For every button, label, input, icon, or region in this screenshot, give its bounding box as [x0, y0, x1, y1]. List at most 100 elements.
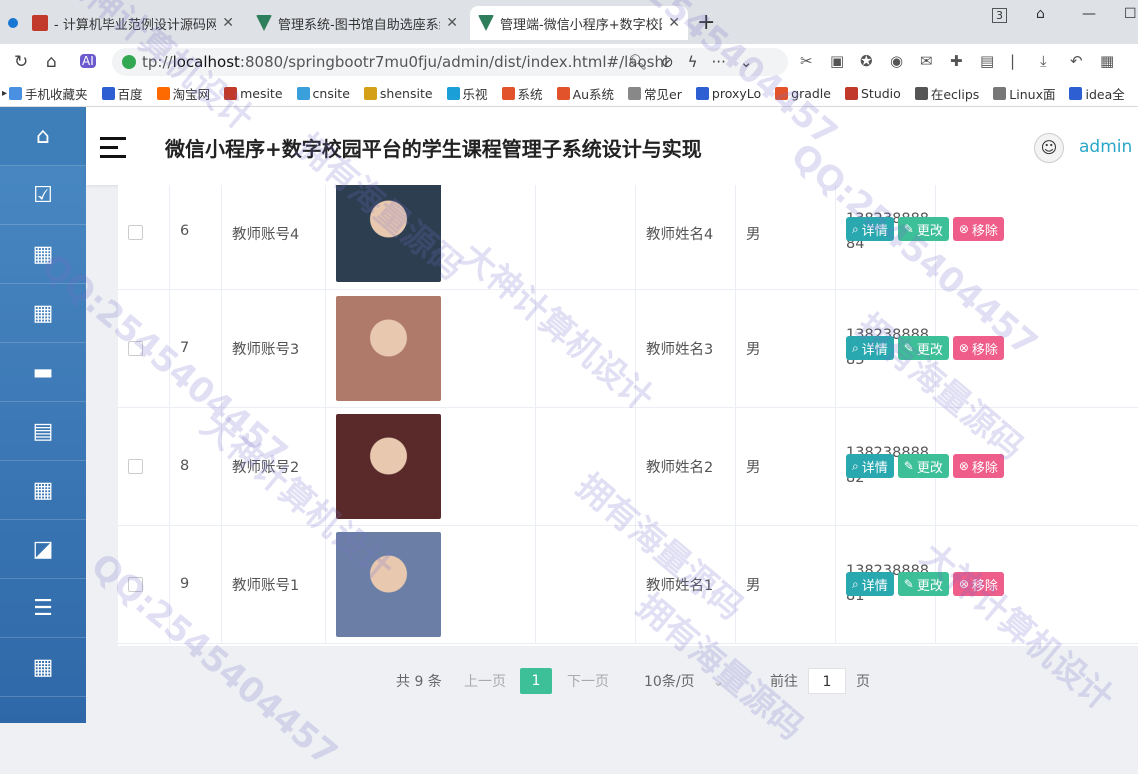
- avatar[interactable]: ☺: [1034, 133, 1064, 163]
- edit-button[interactable]: ✎ 更改: [897, 336, 949, 360]
- bookmark-item[interactable]: 淘宝网: [156, 84, 210, 103]
- delete-button[interactable]: ⊗ 移除: [952, 336, 1004, 360]
- actions-cell: ⌕ 详情 ✎ 更改 ⊗ 移除: [836, 289, 1138, 407]
- bookmark-item[interactable]: idea全: [1069, 84, 1125, 103]
- ai-icon[interactable]: AI: [80, 54, 96, 68]
- tab-0[interactable]: - 计算机毕业范例设计源码网 ✕: [24, 6, 242, 40]
- gender-cell: 男: [736, 289, 836, 407]
- mail-icon[interactable]: ✉: [920, 52, 950, 70]
- chevron-down-icon[interactable]: ⌄: [740, 53, 753, 71]
- bookmark-item[interactable]: Linux面: [993, 84, 1055, 103]
- delete-button[interactable]: ⊗ 移除: [952, 572, 1004, 596]
- extension-icon[interactable]: ▣: [830, 52, 860, 70]
- bookmark-item[interactable]: gradle: [775, 86, 831, 101]
- teacher-photo: [336, 295, 441, 401]
- maximize-icon[interactable]: ☐: [1124, 6, 1137, 22]
- bookmark-item[interactable]: 手机收藏夹: [9, 84, 88, 103]
- username[interactable]: admin: [1079, 137, 1132, 157]
- home-browser-icon[interactable]: ⌂: [46, 52, 57, 72]
- edit-button[interactable]: ✎ 更改: [897, 217, 949, 241]
- bookmark-item[interactable]: 乐视: [446, 84, 488, 103]
- close-icon[interactable]: ✕: [222, 15, 234, 31]
- puzzle-icon[interactable]: ✚: [950, 52, 980, 70]
- bookmark-arrow-icon: ▸: [2, 87, 8, 99]
- bookmark-item[interactable]: mesite: [224, 86, 283, 101]
- bookmark-item[interactable]: shensite: [363, 86, 433, 101]
- empty-cell: [536, 289, 636, 407]
- button-label: 更改: [916, 342, 943, 358]
- home-icon[interactable]: ⌂: [0, 107, 86, 166]
- chart-icon[interactable]: ◪: [0, 520, 86, 579]
- reload-icon[interactable]: ↻: [14, 52, 28, 72]
- row-checkbox[interactable]: [128, 576, 143, 592]
- bookmark-item[interactable]: 常见er: [628, 84, 682, 103]
- reader-icon[interactable]: ▤: [980, 52, 1010, 70]
- game-icon[interactable]: ✪: [860, 52, 890, 70]
- bookmark-item[interactable]: 系统: [501, 84, 543, 103]
- page-1-button[interactable]: 1: [520, 668, 552, 694]
- photo-cell: [326, 289, 536, 407]
- clipboard-list-icon[interactable]: ▤: [0, 402, 86, 461]
- detail-button[interactable]: ⌕ 详情: [846, 336, 894, 360]
- bag-icon[interactable]: ▦: [1100, 52, 1130, 70]
- teacher-table: 6教师账号4教师姓名4男13823888884⌕详情✎更改⊗移除7教师账号3教师…: [118, 185, 1138, 646]
- clipboard-icon[interactable]: ☑: [0, 166, 86, 225]
- detail-button[interactable]: ⌕ 详情: [846, 454, 894, 478]
- row-checkbox[interactable]: [128, 225, 143, 240]
- row-checkbox[interactable]: [128, 458, 143, 474]
- bookmark-item[interactable]: 在eclips: [914, 84, 979, 103]
- detail-button[interactable]: ⌕ 详情: [846, 217, 894, 241]
- tab-title: 管理系统-图书馆自助选座系统: [278, 17, 441, 33]
- grid-icon[interactable]: ▦: [0, 461, 86, 520]
- next-page-button[interactable]: 下一页: [567, 668, 609, 696]
- close-icon[interactable]: ✕: [668, 15, 680, 31]
- tab-count-icon[interactable]: 3: [992, 8, 1007, 23]
- briefcase-icon[interactable]: ▬: [0, 343, 86, 402]
- table-row: 6教师账号4教师姓名4男13823888884⌕详情✎更改⊗移除: [118, 185, 1138, 290]
- goto-page-input[interactable]: 1: [808, 668, 846, 694]
- bookmark-item[interactable]: Studio: [844, 86, 901, 101]
- edit-button[interactable]: ✎ 更改: [897, 454, 949, 478]
- bookmark-item[interactable]: cnsite: [296, 86, 350, 101]
- delete-button[interactable]: ⊗ 移除: [952, 454, 1004, 478]
- grid-icon[interactable]: ▦: [0, 225, 86, 284]
- separator-icon: |: [1010, 52, 1016, 70]
- scissors-icon[interactable]: ✂: [800, 52, 830, 70]
- tab-1[interactable]: 管理系统-图书馆自助选座系统 ✕: [248, 6, 466, 40]
- bookmark-favicon-icon: [363, 86, 377, 100]
- secure-icon: [122, 55, 136, 69]
- bookmark-item[interactable]: proxyLo: [695, 86, 761, 101]
- teacher-photo: [336, 413, 441, 519]
- button-label: 详情: [861, 578, 888, 594]
- tab-favicon-icon: [32, 15, 48, 31]
- bookmark-label: Linux面: [1009, 86, 1056, 102]
- page-size-select[interactable]: 10条/页 ⌄: [644, 668, 724, 696]
- bookmark-label: 百度: [117, 86, 143, 102]
- bookmark-item[interactable]: 百度: [101, 84, 143, 103]
- edit-button[interactable]: ✎ 更改: [897, 572, 949, 596]
- bookmark-item[interactable]: Au系统: [556, 84, 614, 103]
- prev-page-button[interactable]: 上一页: [464, 668, 506, 696]
- bookmark-favicon-icon: [556, 86, 570, 100]
- close-icon[interactable]: ✕: [446, 15, 458, 31]
- shirt-icon[interactable]: ⌂: [1036, 6, 1045, 22]
- undo-icon[interactable]: ↶: [1070, 52, 1100, 70]
- sliders-icon[interactable]: ☰: [0, 579, 86, 638]
- row-checkbox[interactable]: [128, 340, 143, 356]
- more-icon[interactable]: ···: [712, 53, 726, 71]
- download-icon[interactable]: ⤓: [1040, 52, 1070, 70]
- weibo-icon[interactable]: ◉: [890, 52, 920, 70]
- button-label: 详情: [861, 342, 888, 358]
- bolt-icon[interactable]: ϟ: [688, 53, 698, 71]
- detail-button[interactable]: ⌕ 详情: [846, 572, 894, 596]
- account-cell: 教师账号3: [222, 289, 326, 407]
- compass-icon[interactable]: ⊘: [661, 53, 674, 71]
- zoom-icon[interactable]: 🔍︎: [628, 53, 647, 71]
- new-tab-icon[interactable]: +: [697, 10, 715, 35]
- bookmark-favicon-icon: [296, 86, 310, 100]
- grid-icon[interactable]: ▦: [0, 284, 86, 343]
- delete-button[interactable]: ⊗ 移除: [952, 217, 1004, 241]
- tab-2-active[interactable]: 管理端-微信小程序+数字校园 ✕: [470, 6, 688, 40]
- menu-toggle-icon[interactable]: [100, 137, 126, 164]
- minimize-icon[interactable]: —: [1082, 6, 1096, 22]
